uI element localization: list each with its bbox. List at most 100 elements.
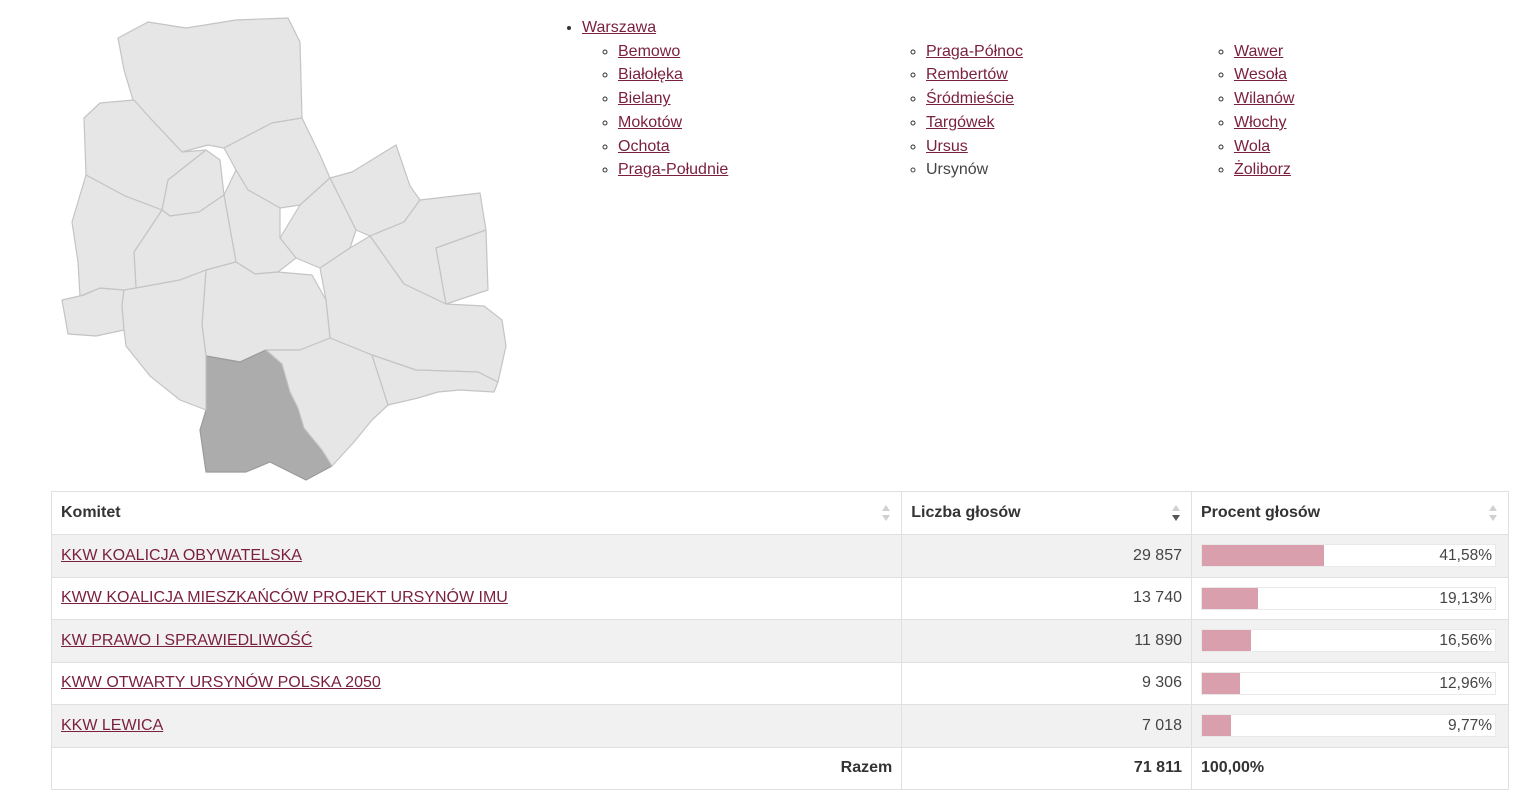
percent-cell: 12,96% bbox=[1190, 661, 1510, 705]
percent-bar-fill bbox=[1201, 630, 1251, 652]
percent-cell: 41,58% bbox=[1190, 534, 1510, 578]
percent-bar-fill bbox=[1201, 545, 1324, 567]
nav-district-item: Ursus bbox=[926, 135, 1212, 159]
nav-district-columns: Bemowo Białołęka Bielany Mokotów Ochota Praga… bbox=[582, 40, 1520, 182]
committee-link[interactable]: KW PRAWO I SPRAWIEDLIWOŚĆ bbox=[61, 632, 312, 649]
percent-cell: 9,77% bbox=[1190, 704, 1510, 748]
nav-district-item: Rembertów bbox=[926, 63, 1212, 87]
nav-link-s-ro-dmies-cie[interactable]: Śródmieście bbox=[926, 90, 1014, 107]
percent-bar-fill bbox=[1201, 672, 1240, 694]
map-districts bbox=[61, 17, 507, 481]
table-row: KKW LEWICA 7 018 9,77% bbox=[50, 704, 1510, 748]
committee-link[interactable]: KWW OTWARTY URSYNÓW POLSKA 2050 bbox=[61, 674, 381, 691]
nav-link-warszawa[interactable]: Warszawa bbox=[582, 19, 656, 36]
nav-link-bemowo[interactable]: Bemowo bbox=[618, 43, 680, 60]
nav-link-bielany[interactable]: Bielany bbox=[618, 90, 670, 107]
warsaw-districts-map bbox=[61, 17, 507, 481]
percent-cell: 16,56% bbox=[1190, 619, 1510, 663]
percent-bar: 9,77% bbox=[1200, 714, 1496, 738]
percent-label: 41,58% bbox=[1439, 547, 1492, 565]
nav-district-item: Wilanów bbox=[1234, 87, 1520, 111]
total-label: Razem bbox=[50, 746, 903, 790]
percent-cell: 19,13% bbox=[1190, 576, 1510, 620]
nav-link-wilano-w[interactable]: Wilanów bbox=[1234, 90, 1294, 107]
nav-district-item: Ochota bbox=[618, 135, 904, 159]
nav-district-item: Wola bbox=[1234, 135, 1520, 159]
header-votes-label: Liczba głosów bbox=[911, 504, 1021, 521]
committee-cell: KKW LEWICA bbox=[50, 704, 903, 748]
nav-link-wola[interactable]: Wola bbox=[1234, 138, 1270, 155]
table-header-row: Komitet Liczba głosów Procent głosów bbox=[50, 491, 1510, 535]
nav-root-item: Warszawa Bemowo Białołęka Bielany Mokotów Oc… bbox=[582, 16, 1520, 182]
table-row: KW PRAWO I SPRAWIEDLIWOŚĆ 11 890 16,56% bbox=[50, 619, 1510, 663]
nav-current-district: Ursynów bbox=[926, 161, 989, 179]
results-table: Komitet Liczba głosów Procent głosów KKW… bbox=[50, 491, 1510, 790]
results-body: KKW KOALICJA OBYWATELSKA 29 857 41,58% KWW … bbox=[50, 534, 1510, 748]
nav-district-item: Śródmieście bbox=[926, 87, 1212, 111]
nav-link-targo-wek[interactable]: Targówek bbox=[926, 114, 994, 131]
nav-link-remberto-w[interactable]: Rembertów bbox=[926, 66, 1008, 83]
nav-district-item: Mokotów bbox=[618, 111, 904, 135]
committee-cell: KW PRAWO I SPRAWIEDLIWOŚĆ bbox=[50, 619, 903, 663]
percent-label: 9,77% bbox=[1448, 717, 1492, 735]
nav-link-w-ochy[interactable]: Włochy bbox=[1234, 114, 1286, 131]
header-percent[interactable]: Procent głosów bbox=[1190, 491, 1510, 535]
district-sw-area bbox=[121, 269, 207, 411]
committee-cell: KWW KOALICJA MIESZKAŃCÓW PROJEKT URSYNÓW… bbox=[50, 576, 903, 620]
votes-cell: 29 857 bbox=[901, 534, 1192, 578]
nav-district-item: Ursynów bbox=[926, 158, 1212, 182]
committee-link[interactable]: KWW KOALICJA MIESZKAŃCÓW PROJEKT URSYNÓW… bbox=[61, 589, 508, 606]
nav-district-item: Wesoła bbox=[1234, 63, 1520, 87]
nav-link-ursus[interactable]: Ursus bbox=[926, 138, 968, 155]
sort-descending-icon[interactable] bbox=[1171, 504, 1181, 522]
nav-link-z-oliborz[interactable]: Żoliborz bbox=[1234, 161, 1291, 178]
committee-cell: KKW KOALICJA OBYWATELSKA bbox=[50, 534, 903, 578]
nav-link-weso-a[interactable]: Wesoła bbox=[1234, 66, 1287, 83]
sort-icon[interactable] bbox=[1488, 504, 1498, 522]
votes-cell: 9 306 bbox=[901, 661, 1192, 705]
nav-district-item: Praga-Południe bbox=[618, 158, 904, 182]
nav-district-item: Białołęka bbox=[618, 63, 904, 87]
nav-column-2: Praga-Północ Rembertów Śródmieście Targówek… bbox=[904, 40, 1212, 182]
percent-bar-fill bbox=[1201, 587, 1259, 609]
nav-link-wawer[interactable]: Wawer bbox=[1234, 43, 1283, 60]
nav-link-mokoto-w[interactable]: Mokotów bbox=[618, 114, 682, 131]
votes-cell: 13 740 bbox=[901, 576, 1192, 620]
percent-label: 12,96% bbox=[1439, 674, 1492, 692]
nav-link-praga-po-udnie[interactable]: Praga-Południe bbox=[618, 161, 728, 178]
percent-bar: 12,96% bbox=[1200, 671, 1496, 695]
votes-cell: 7 018 bbox=[901, 704, 1192, 748]
nav-district-item: Wawer bbox=[1234, 40, 1520, 64]
nav-root-list: Warszawa Bemowo Białołęka Bielany Mokotów Oc… bbox=[560, 16, 1520, 182]
nav-link-bia-o-e-ka[interactable]: Białołęka bbox=[618, 66, 683, 83]
committee-link[interactable]: KKW LEWICA bbox=[61, 717, 163, 734]
committee-link[interactable]: KKW KOALICJA OBYWATELSKA bbox=[61, 547, 302, 564]
sort-icon[interactable] bbox=[881, 504, 891, 522]
header-committee-label: Komitet bbox=[61, 504, 121, 521]
total-row: Razem 71 811 100,00% bbox=[50, 746, 1510, 790]
percent-bar: 16,56% bbox=[1200, 629, 1496, 653]
nav-link-ochota[interactable]: Ochota bbox=[618, 138, 670, 155]
votes-cell: 11 890 bbox=[901, 619, 1192, 663]
percent-label: 16,56% bbox=[1439, 632, 1492, 650]
percent-bar: 19,13% bbox=[1200, 586, 1496, 610]
header-votes[interactable]: Liczba głosów bbox=[901, 491, 1192, 535]
table-row: KKW KOALICJA OBYWATELSKA 29 857 41,58% bbox=[50, 534, 1510, 578]
district-ursus[interactable] bbox=[61, 287, 125, 337]
nav-column-3: Wawer Wesoła Wilanów Włochy Wola Żoliborz bbox=[1212, 40, 1520, 182]
nav-column-1: Bemowo Białołęka Bielany Mokotów Ochota Praga… bbox=[596, 40, 904, 182]
percent-label: 19,13% bbox=[1439, 589, 1492, 607]
table-row: KWW OTWARTY URSYNÓW POLSKA 2050 9 306 12,9… bbox=[50, 661, 1510, 705]
nav-link-praga-po-noc[interactable]: Praga-Północ bbox=[926, 43, 1023, 60]
district-navigation: Warszawa Bemowo Białołęka Bielany Mokotów Oc… bbox=[560, 16, 1520, 182]
nav-district-item: Bemowo bbox=[618, 40, 904, 64]
nav-district-item: Żoliborz bbox=[1234, 158, 1520, 182]
nav-district-item: Włochy bbox=[1234, 111, 1520, 135]
total-votes: 71 811 bbox=[901, 746, 1192, 790]
nav-district-item: Praga-Północ bbox=[926, 40, 1212, 64]
header-committee[interactable]: Komitet bbox=[50, 491, 903, 535]
header-percent-label: Procent głosów bbox=[1200, 504, 1321, 521]
table-row: KWW KOALICJA MIESZKAŃCÓW PROJEKT URSYNÓW… bbox=[50, 576, 1510, 620]
percent-bar: 41,58% bbox=[1200, 544, 1496, 568]
percent-bar-fill bbox=[1201, 715, 1231, 737]
